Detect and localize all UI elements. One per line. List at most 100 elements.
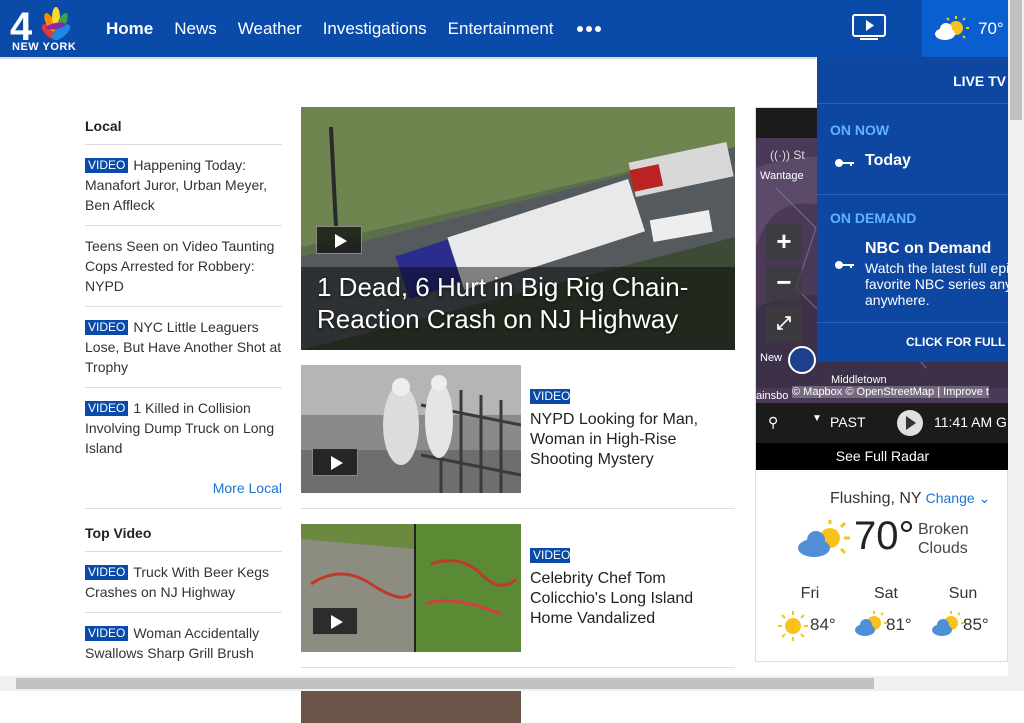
header-temperature: 70° — [978, 19, 1004, 38]
story-headline: NYPD Looking for Man, Woman in High-Rise… — [530, 411, 699, 468]
partly-cloudy-icon — [935, 16, 969, 40]
on-now-heading: ON NOW — [830, 122, 890, 138]
desc-line: anywhere. — [865, 292, 930, 308]
local-story-3[interactable]: VIDEO NYC Little Leaguers Lose, But Have … — [85, 307, 282, 388]
top-video-section-title: Top Video — [85, 509, 282, 552]
live-tv-button[interactable] — [817, 0, 922, 57]
pin-icon: ⚲ — [768, 414, 779, 430]
forecast-day-name: Sun — [948, 585, 978, 602]
timeline-mode[interactable]: PAST — [830, 414, 866, 430]
forecast-day-name: Sat — [873, 585, 898, 602]
local-story-4[interactable]: VIDEO 1 Killed in Collision Involving Dum… — [85, 388, 282, 468]
map-label: Middletown — [831, 374, 887, 386]
horizontal-scrollbar[interactable] — [0, 676, 1024, 691]
partly-cloudy-icon — [932, 611, 964, 636]
story-headline: Teens Seen on Video Taunting Cops Arrest… — [85, 238, 275, 294]
forecast-temp: 81° — [886, 615, 912, 634]
forecast-day: Sun 85° — [925, 585, 1001, 636]
radar-play-button[interactable] — [897, 410, 923, 436]
change-label: Change — [925, 490, 975, 506]
vertical-scrollbar[interactable] — [1008, 0, 1024, 676]
zoom-out-button[interactable]: − — [766, 265, 802, 301]
condition-line-1: Broken — [918, 521, 969, 538]
sun-icon — [778, 611, 808, 641]
on-demand-description: Watch the latest full epi favorite NBC se… — [865, 260, 1024, 308]
radar-signal-icon: ((·)) — [770, 148, 790, 162]
weather-location: Flushing, NY Change ⌄ — [830, 490, 990, 508]
nav-news[interactable]: News — [174, 19, 217, 39]
radar-playback-bar: ⚲ ▼ PAST 11:41 AM G — [756, 403, 1009, 443]
top-video-story-2[interactable]: VIDEO Woman Accidentally Swallows Sharp G… — [85, 613, 282, 673]
dropdown-divider — [817, 194, 1008, 195]
radar-top-label: ((·)) St — [770, 148, 805, 162]
play-icon[interactable] — [316, 226, 362, 254]
location-name: Flushing, NY — [830, 490, 922, 507]
video-badge: VIDEO — [85, 320, 129, 335]
video-badge: VIDEO — [85, 158, 129, 173]
map-attribution[interactable]: © Mapbox © OpenStreetMap | Improve t — [792, 386, 989, 398]
video-badge: VIDEO — [530, 548, 570, 563]
ellipsis-icon[interactable] — [576, 25, 601, 32]
dropdown-divider — [817, 103, 1008, 104]
chevron-down-icon[interactable]: ▼ — [812, 413, 822, 424]
top-video-story-1[interactable]: VIDEO Truck With Beer Kegs Crashes on NJ … — [85, 552, 282, 613]
fullscreen-icon[interactable]: ⤢ — [766, 306, 802, 342]
see-full-radar-link[interactable]: See Full Radar — [756, 443, 1009, 470]
partly-cloudy-icon — [798, 520, 850, 557]
nav-entertainment[interactable]: Entertainment — [448, 19, 554, 39]
live-tv-dropdown: LIVE TV ON NOW Today ON DEMAND NBC on De… — [817, 57, 1024, 362]
desc-line: favorite NBC series any — [865, 276, 1013, 292]
radar-time: 11:41 AM G — [934, 414, 1007, 430]
location-marker-icon — [788, 346, 816, 374]
partly-cloudy-icon — [855, 611, 887, 636]
local-story-1[interactable]: VIDEO Happening Today: Manafort Juror, Ur… — [85, 145, 282, 226]
tv-play-icon — [852, 14, 886, 40]
nav-weather[interactable]: Weather — [238, 19, 302, 39]
scrollbar-thumb[interactable] — [1010, 0, 1022, 120]
forecast-temp: 85° — [963, 615, 989, 634]
forecast-temp: 84° — [810, 615, 836, 634]
video-badge: VIDEO — [85, 626, 129, 641]
key-icon — [835, 261, 854, 269]
video-badge: VIDEO — [530, 389, 570, 404]
on-demand-heading: ON DEMAND — [830, 210, 917, 226]
current-temperature: 70° — [854, 514, 915, 558]
video-badge: VIDEO — [85, 565, 129, 580]
scrollbar-thumb[interactable] — [16, 678, 874, 689]
live-tv-label[interactable]: LIVE TV — [953, 73, 1006, 89]
condition-line-2: Clouds — [918, 540, 968, 557]
hero-headline: 1 Dead, 6 Hurt in Big Rig Chain-Reaction… — [317, 272, 689, 334]
play-icon[interactable] — [312, 607, 358, 635]
current-condition: Broken Clouds — [918, 520, 969, 558]
radar-label: St — [793, 148, 805, 162]
logo-subtitle: NEW YORK — [12, 41, 77, 53]
more-local-link[interactable]: More Local — [85, 468, 282, 509]
change-location-link[interactable]: Change ⌄ — [926, 490, 991, 506]
story-card-text: VIDEO NYPD Looking for Man, Woman in Hig… — [530, 389, 730, 470]
nav-home[interactable]: Home — [106, 19, 153, 39]
full-schedule-link[interactable]: CLICK FOR FULL SC — [906, 335, 1024, 349]
hero-story[interactable]: 1 Dead, 6 Hurt in Big Rig Chain-Reaction… — [301, 107, 735, 350]
story-headline: Celebrity Chef Tom Colicchio's Long Isla… — [530, 570, 694, 627]
map-label: New — [760, 352, 783, 364]
main-stories: 1 Dead, 6 Hurt in Big Rig Chain-Reaction… — [301, 107, 735, 723]
forecast-day-name: Fri — [800, 585, 820, 602]
story-card-1[interactable]: VIDEO NYPD Looking for Man, Woman in Hig… — [301, 365, 735, 509]
play-icon[interactable] — [312, 448, 358, 476]
local-story-2[interactable]: Teens Seen on Video Taunting Cops Arrest… — [85, 226, 282, 307]
story-card-text: VIDEO Celebrity Chef Tom Colicchio's Lon… — [530, 548, 730, 629]
current-conditions: 70° Broken Clouds — [796, 514, 996, 564]
left-column: Local VIDEO Happening Today: Manafort Jur… — [85, 112, 282, 673]
map-label: Wantage — [760, 170, 804, 182]
zoom-in-button[interactable]: + — [766, 224, 802, 260]
story-card-2[interactable]: VIDEO Celebrity Chef Tom Colicchio's Lon… — [301, 524, 735, 668]
forecast-day: Fri 84° — [772, 585, 848, 641]
map-label: ainsbo — [756, 390, 789, 402]
desc-line: Watch the latest full epi — [865, 260, 1010, 276]
dropdown-divider — [817, 322, 1008, 323]
on-demand-nbc[interactable]: NBC on Demand — [865, 240, 991, 258]
on-now-today[interactable]: Today — [865, 152, 911, 170]
header-divider — [0, 57, 816, 59]
nav-investigations[interactable]: Investigations — [323, 19, 427, 39]
key-icon — [835, 159, 854, 167]
